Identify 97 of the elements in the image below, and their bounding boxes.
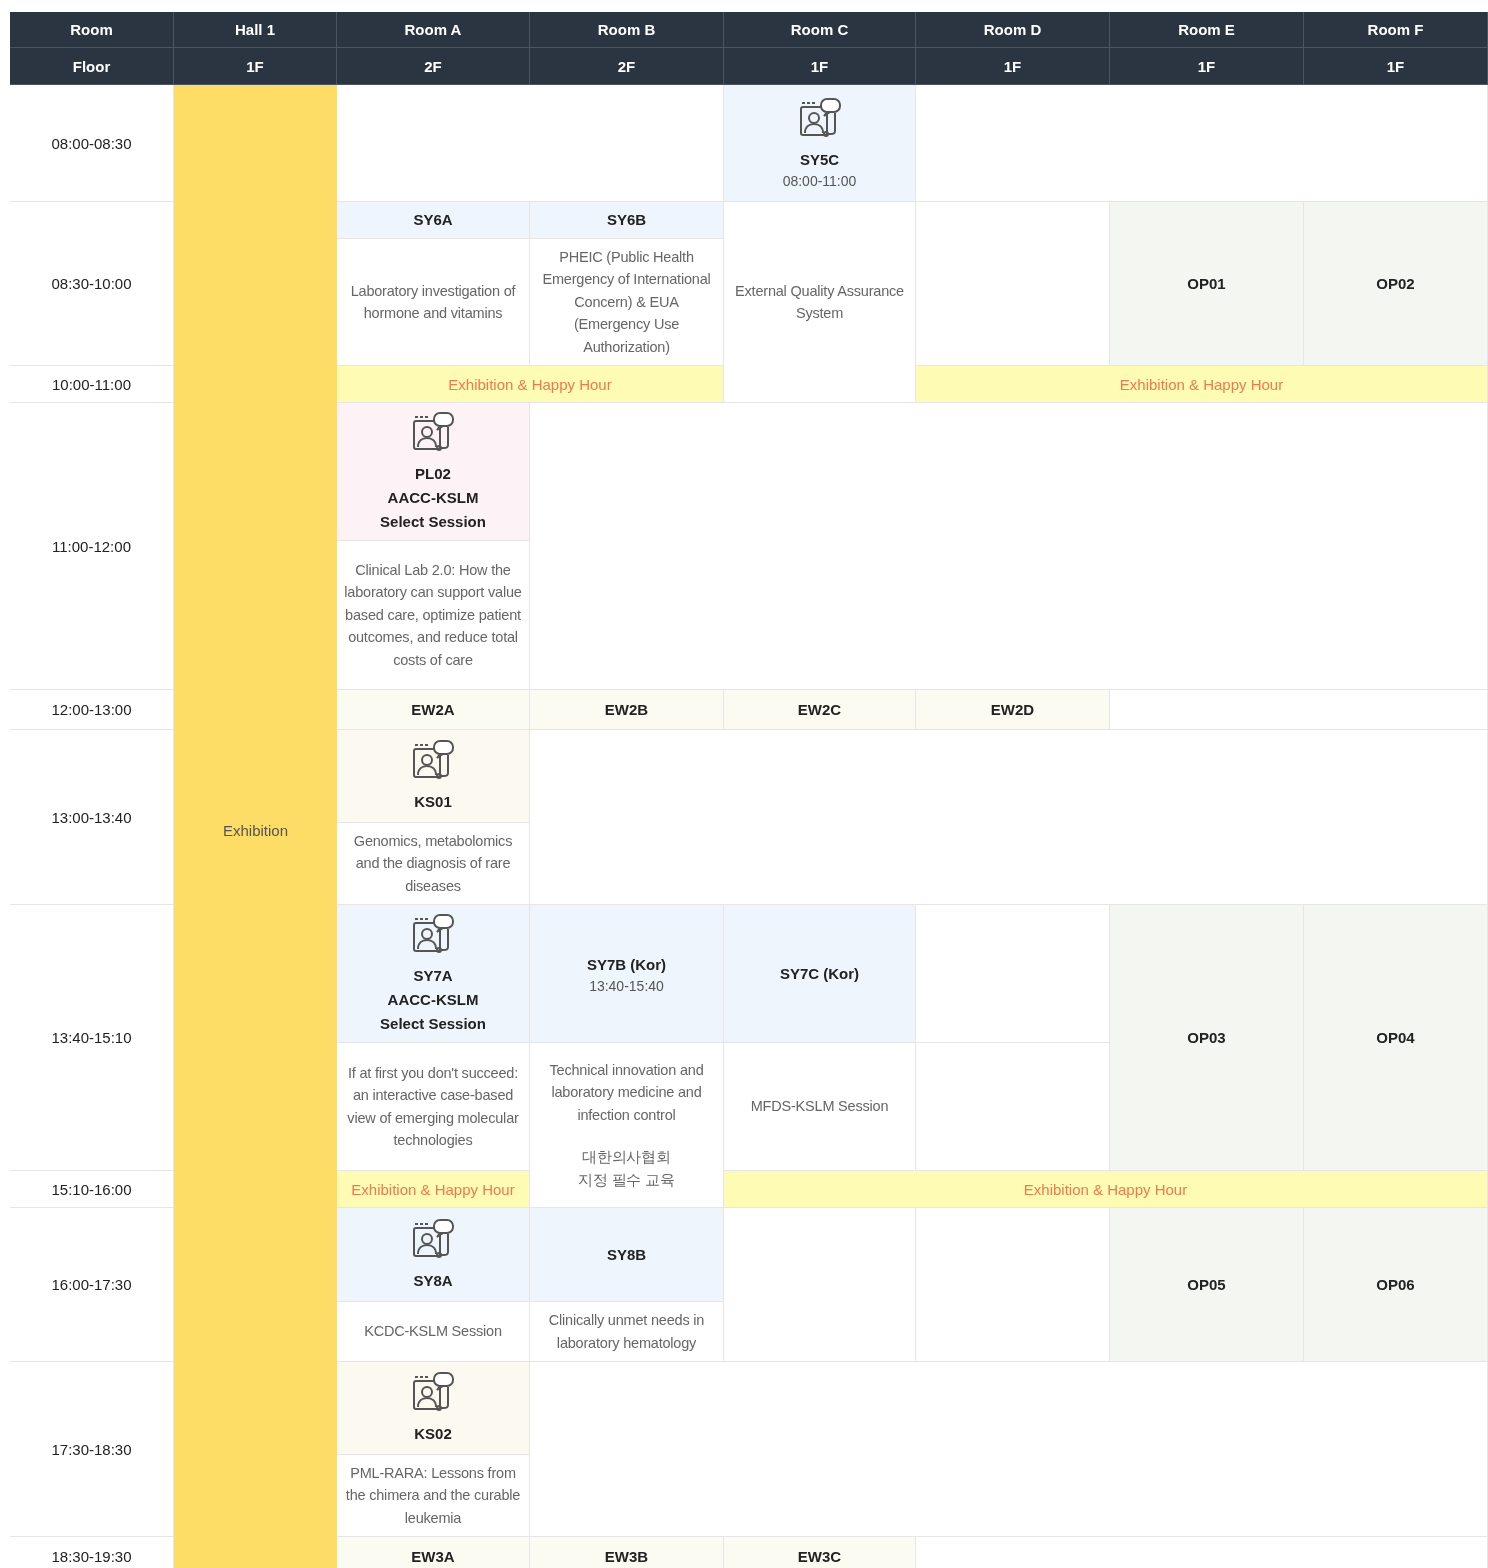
column-header: Room F	[1304, 12, 1488, 48]
session-title: OP01	[1187, 273, 1226, 294]
session-time: 13:40-15:40	[589, 977, 664, 994]
session-title: Select Session	[380, 511, 486, 532]
session-title: SY7C (Kor)	[779, 963, 860, 984]
session-description: Laboratory investigation of hormone and vitamins	[349, 281, 517, 323]
session-title: EW2D	[990, 699, 1035, 720]
time-slot: 15:10-16:00	[10, 1171, 174, 1208]
session-cell[interactable]: KS02	[337, 1362, 530, 1455]
session-title: SY5C	[799, 150, 840, 170]
session-title: AACC-KSLM	[387, 989, 479, 1010]
session-title: SY7B (Kor)	[586, 954, 667, 975]
session-cell[interactable]: SY8B	[530, 1208, 724, 1302]
floor-header: Floor	[10, 48, 174, 85]
exhibition-band: Exhibition & Happy Hour	[724, 1171, 1488, 1208]
session-description: KCDC-KSLM Session	[364, 1322, 502, 1342]
session-title: Select Session	[380, 1013, 486, 1034]
session-cell[interactable]: SY6A	[337, 202, 530, 239]
session-title: AACC-KSLM	[387, 487, 479, 508]
exhibition-band: Exhibition & Happy Hour	[337, 366, 724, 403]
session-title: EW3A	[411, 1546, 455, 1567]
floor-header: 1F	[174, 48, 337, 85]
time-slot: 13:00-13:40	[10, 730, 174, 905]
session-title: SY6B	[606, 210, 647, 230]
session-title: OP05	[1187, 1274, 1226, 1295]
session-cell[interactable]: EW2B	[530, 690, 724, 730]
session-cell[interactable]: EW2C	[724, 690, 916, 730]
session-cell[interactable]: SY8A	[337, 1208, 530, 1302]
session-cell[interactable]: OP06	[1304, 1208, 1488, 1362]
floor-header: 1F	[916, 48, 1110, 85]
floor-header: 2F	[530, 48, 724, 85]
session-cell[interactable]: SY6B	[530, 202, 724, 239]
time-slot: 11:00-12:00	[10, 403, 174, 690]
session-description: If at first you don't succeed: an interactive case-based view of emerging molecular technologies	[346, 1063, 520, 1150]
session-cell[interactable]: KS01	[337, 730, 530, 823]
column-header: Room A	[337, 12, 530, 48]
session-title: OP06	[1376, 1274, 1415, 1295]
exhibition-band: Exhibition & Happy Hour	[337, 1171, 530, 1208]
session-title: SY7A	[413, 965, 453, 986]
session-title: SY8B	[606, 1244, 647, 1265]
time-slot: 10:00-11:00	[10, 366, 174, 403]
session-title: SY8A	[413, 1270, 453, 1291]
session-description: Technical innovation and laboratory medicine and infection control	[548, 1060, 705, 1125]
time-slot: 08:00-08:30	[10, 85, 174, 202]
session-title: OP02	[1376, 273, 1415, 294]
session-title: EW3C	[797, 1546, 842, 1567]
floor-header: 1F	[1110, 48, 1304, 85]
session-title: EW2A	[411, 699, 455, 720]
session-cell[interactable]: SY7C (Kor)	[724, 905, 916, 1043]
time-slot: 13:40-15:10	[10, 905, 174, 1171]
floor-header: 2F	[337, 48, 530, 85]
session-cell[interactable]: SY7B (Kor) 13:40-15:40	[530, 905, 724, 1043]
session-cell[interactable]: OP01	[1110, 202, 1304, 366]
session-title: KS01	[414, 792, 452, 812]
session-time: 08:00-11:00	[782, 173, 857, 189]
session-title: SY6A	[413, 210, 453, 230]
time-slot: 08:30-10:00	[10, 202, 174, 366]
session-title: OP03	[1187, 1027, 1226, 1048]
exhibition-column: Exhibition	[174, 85, 337, 1568]
session-description: External Quality Assurance System	[734, 281, 905, 323]
session-description: Clinical Lab 2.0: How the laboratory can support value based care, optimize patient outcomes, and reduce total costs of care	[343, 560, 523, 670]
column-header: Room D	[916, 12, 1110, 48]
session-title: OP04	[1376, 1027, 1415, 1048]
session-description: PHEIC (Public Health Emergency of International Concern) & EUA (Emergency Use Authorization)	[541, 247, 712, 357]
session-cell[interactable]: OP03	[1110, 905, 1304, 1171]
session-cell[interactable]: OP05	[1110, 1208, 1304, 1362]
session-title: EW2B	[604, 699, 649, 720]
session-cell[interactable]: EW3C	[724, 1537, 916, 1568]
session-cell[interactable]: OP02	[1304, 202, 1488, 366]
column-header: Hall 1	[174, 12, 337, 48]
session-title: KS02	[414, 1424, 452, 1444]
session-description: Clinically unmet needs in laboratory hematology	[547, 1311, 706, 1353]
session-cell[interactable]: SY7A AACC-KSLM Select Session	[337, 905, 530, 1043]
column-header: Room B	[530, 12, 724, 48]
time-slot: 17:30-18:30	[10, 1362, 174, 1537]
session-cell[interactable]: OP04	[1304, 905, 1488, 1171]
column-header: Room	[10, 12, 174, 48]
session-description: MFDS-KSLM Session	[750, 1097, 889, 1117]
exhibition-band: Exhibition & Happy Hour	[916, 366, 1488, 403]
session-cell[interactable]: EW3B	[530, 1537, 724, 1568]
session-description: PML-RARA: Lessons from the chimera and the curable leukemia	[344, 1463, 522, 1528]
column-header: Room E	[1110, 12, 1304, 48]
session-title: EW3B	[604, 1546, 649, 1567]
time-slot: 16:00-17:30	[10, 1208, 174, 1362]
session-title: PL02	[415, 463, 451, 484]
session-cell[interactable]: PL02 AACC-KSLM Select Session	[337, 403, 530, 541]
session-cell[interactable]: EW2A	[337, 690, 530, 730]
session-note: 대한의사협회 지정 필수 교육	[577, 1148, 676, 1190]
session-description: Genomics, metabolomics and the diagnosis of rare diseases	[352, 831, 514, 896]
session-cell[interactable]: EW2D	[916, 690, 1110, 730]
session-cell[interactable]: EW3A	[337, 1537, 530, 1568]
floor-header: 1F	[1304, 48, 1488, 85]
column-header: Room C	[724, 12, 916, 48]
session-title: EW2C	[797, 699, 842, 720]
session-cell[interactable]: SY5C 08:00-11:00	[724, 85, 916, 202]
time-slot: 12:00-13:00	[10, 690, 174, 730]
floor-header: 1F	[724, 48, 916, 85]
